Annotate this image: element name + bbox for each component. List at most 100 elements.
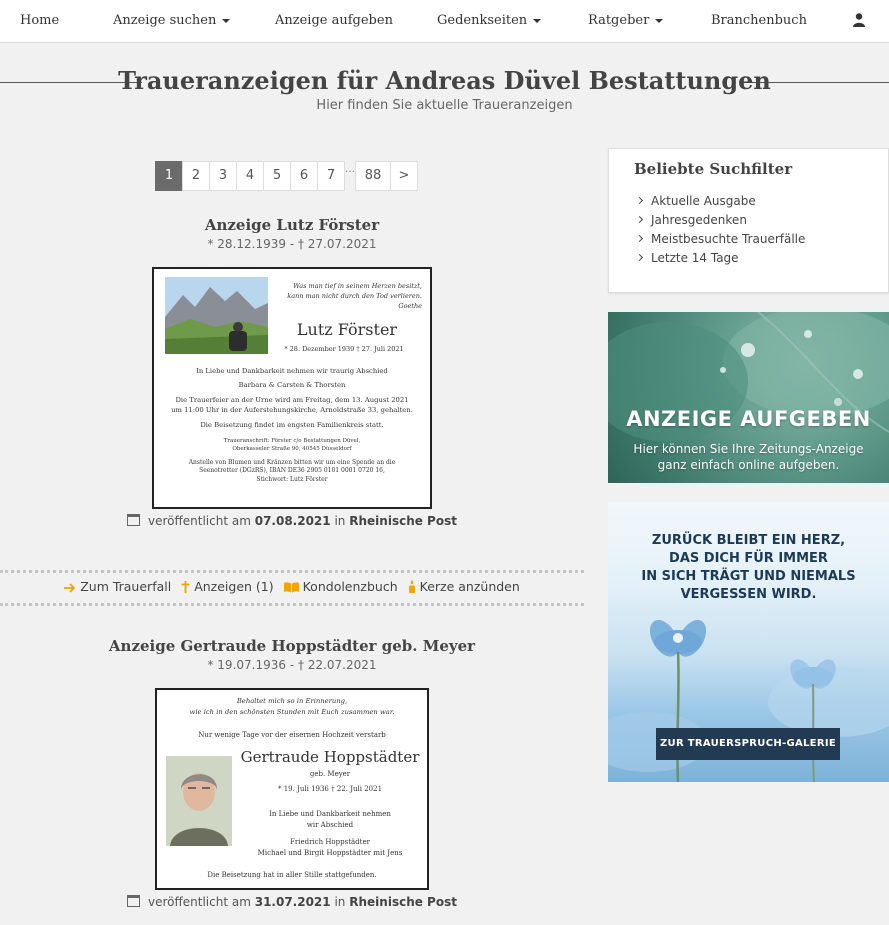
filter-title: Beliebte Suchfilter	[634, 160, 793, 178]
nav-memorial-label: Gedenkseiten	[437, 13, 528, 28]
notice-line-1: In Liebe und Dankbarkeit nehmen	[269, 810, 391, 818]
to-case-label: Zum Trauerfall	[80, 579, 172, 594]
nav-home[interactable]: Home	[20, 0, 59, 42]
chevron-right-icon	[635, 234, 644, 243]
filter-current-issue[interactable]: Aktuelle Ausgabe	[635, 194, 756, 208]
banner-title: ANZEIGE AUFGEBEN	[626, 407, 871, 431]
banner-subtitle: Hier können Sie Ihre Zeitungs-Anzeige ga…	[608, 441, 889, 473]
pagination: 1 2 3 4 5 6 7 … 88 >	[155, 161, 418, 191]
chevron-down-icon	[533, 18, 542, 23]
nav-directory[interactable]: Branchenbuch	[711, 0, 807, 42]
divider-bottom	[0, 603, 584, 606]
notices-link[interactable]: Anzeigen (1)	[181, 579, 274, 594]
published-date: 31.07.2021	[254, 895, 331, 909]
book-icon	[283, 582, 299, 593]
page-2-button[interactable]: 2	[182, 161, 210, 191]
newspaper-link[interactable]: Rheinische Post	[349, 895, 457, 909]
notice-line-9: Seenotretter (DGzRS), IBAN DE36 2905 010…	[199, 467, 385, 474]
portrait-photo	[166, 756, 232, 846]
page-7-button[interactable]: 7	[317, 161, 345, 191]
notice-line-8: Anstelle von Blumen und Kränzen bitten w…	[188, 458, 396, 466]
page-5-button[interactable]: 5	[263, 161, 291, 191]
banner-quote-line-4: VERGESSEN WIRD.	[680, 587, 817, 602]
candle-label: Kerze anzünden	[419, 579, 520, 594]
notice-line-10: Stichwort: Lutz Förster	[256, 475, 328, 483]
chevron-right-icon	[635, 196, 644, 205]
light-candle-link[interactable]: Kerze anzünden	[408, 579, 520, 594]
page-4-button[interactable]: 4	[236, 161, 264, 191]
notice-name: Lutz Förster	[296, 320, 398, 339]
to-case-link[interactable]: Zum Trauerfall	[64, 579, 171, 594]
mountain-photo	[165, 277, 268, 354]
candle-icon	[408, 580, 415, 593]
filter-last-14-days[interactable]: Letzte 14 Tage	[635, 251, 739, 265]
obituary-notice-image[interactable]: Behaltet mich so in Erinnerung, wie ich …	[155, 688, 429, 890]
notice-line-4: um 11:00 Uhr in der Auferstehungskirche,…	[171, 405, 413, 414]
notice-quote-2: wie ich in den schönsten Stunden mit Euc…	[189, 707, 395, 716]
nav-guide-label: Ratgeber	[588, 13, 650, 28]
published-date: 07.08.2021	[254, 514, 331, 528]
published-prefix: veröffentlicht am	[148, 514, 251, 528]
page-3-button[interactable]: 3	[209, 161, 237, 191]
nav-submit-label: Anzeige aufgeben	[275, 13, 393, 28]
published-info: veröffentlicht am 31.07.2021 in Rheinisc…	[0, 895, 584, 909]
published-in: in	[334, 514, 346, 528]
entry-title-link[interactable]: Anzeige Gertraude Hoppstädter geb. Meyer	[0, 637, 584, 655]
cross-icon	[181, 581, 190, 593]
filter-label: Jahresgedenken	[651, 213, 747, 227]
published-prefix: veröffentlicht am	[148, 895, 251, 909]
nav-search[interactable]: Anzeige suchen	[113, 0, 231, 42]
divider-top	[0, 570, 584, 573]
nav-submit[interactable]: Anzeige aufgeben	[275, 0, 393, 42]
chevron-down-icon	[655, 18, 664, 23]
page-1-button[interactable]: 1	[155, 161, 183, 191]
entry-title-link[interactable]: Anzeige Lutz Förster	[0, 216, 584, 234]
notice-quote-2: kann man nicht durch den Tod verlieren.	[287, 292, 422, 300]
filter-label: Letzte 14 Tage	[651, 251, 739, 265]
notice-line-2: Barbara & Carsten & Thorsten	[238, 380, 346, 389]
entry-dates: * 19.07.1936 - † 22.07.2021	[207, 658, 377, 672]
filter-label: Aktuelle Ausgabe	[651, 194, 756, 208]
banner-quote: ZURÜCK BLEIBT EIN HERZ, DAS DICH FÜR IMM…	[608, 532, 889, 604]
notice-quote-1: Behaltet mich so in Erinnerung,	[236, 697, 348, 705]
popular-filters-box: Beliebte Suchfilter Aktuelle Ausgabe Jah…	[608, 148, 889, 293]
notice-line-2: wir Abschied	[306, 821, 354, 829]
obituary-notice-image[interactable]: Was man tief in seinem Herzen besitzt, k…	[152, 267, 432, 509]
notice-quote-1: Was man tief in seinem Herzen besitzt,	[293, 282, 422, 290]
notice-line-1: In Liebe und Dankbarkeit nehmen wir trau…	[196, 367, 388, 375]
page-last-button[interactable]: 88	[355, 161, 391, 191]
entry-dates: * 28.12.1939 - † 27.07.2021	[207, 237, 377, 251]
banner-quote-line-2: DAS DICH FÜR IMMER	[669, 551, 828, 566]
nav-search-label: Anzeige suchen	[113, 13, 217, 28]
arrow-right-icon	[64, 583, 76, 593]
nav-guide[interactable]: Ratgeber	[588, 0, 664, 42]
condolence-book-link[interactable]: Kondolenzbuch	[283, 579, 398, 594]
page-next-button[interactable]: >	[390, 161, 418, 191]
nav-directory-label: Branchenbuch	[711, 13, 807, 28]
notice-born-name: geb. Meyer	[309, 770, 351, 778]
notice-name: Gertraude Hoppstädter	[240, 748, 420, 766]
page-subtitle: Hier finden Sie aktuelle Traueranzeigen	[316, 98, 573, 113]
submit-notice-banner[interactable]: ANZEIGE AUFGEBEN Hier können Sie Ihre Ze…	[608, 312, 889, 483]
page-6-button[interactable]: 6	[290, 161, 318, 191]
pagination-ellipsis: …	[345, 164, 355, 175]
notice-line-0: Nur wenige Tage vor der eisernen Hochzei…	[198, 731, 386, 739]
banner-subtitle-line-1: Hier können Sie Ihre Zeitungs-Anzeige	[633, 442, 864, 456]
chevron-down-icon	[222, 18, 231, 23]
filter-anniversary[interactable]: Jahresgedenken	[635, 213, 747, 227]
user-icon[interactable]	[853, 13, 865, 27]
notice-quote-author: Goethe	[398, 302, 422, 310]
notice-line-5: Die Beisetzung findet im engsten Familie…	[200, 421, 384, 429]
notice-line-7: Oberkasseler Straße 90, 40545 Düsseldorf	[232, 445, 352, 452]
newspaper-link[interactable]: Rheinische Post	[349, 514, 457, 528]
notice-life: * 28. Dezember 1939 † 27. Juli 2021	[284, 345, 404, 353]
quote-gallery-button[interactable]: ZUR TRAUERSPRUCH-GALERIE	[656, 728, 840, 760]
quote-gallery-banner[interactable]: ZURÜCK BLEIBT EIN HERZ, DAS DICH FÜR IMM…	[608, 502, 889, 782]
page-title: Traueranzeigen für Andreas Düvel Bestatt…	[118, 66, 771, 95]
banner-quote-line-1: ZURÜCK BLEIBT EIN HERZ,	[651, 533, 846, 548]
filter-most-visited[interactable]: Meistbesuchte Trauerfälle	[635, 232, 805, 246]
published-info: veröffentlicht am 07.08.2021 in Rheinisc…	[0, 514, 584, 528]
notice-line-4: Michael und Birgit Hoppstädter mit Jens	[257, 849, 403, 857]
nav-memorial[interactable]: Gedenkseiten	[437, 0, 542, 42]
notice-line-5: Die Beisetzung hat in aller Stille statt…	[207, 871, 377, 879]
